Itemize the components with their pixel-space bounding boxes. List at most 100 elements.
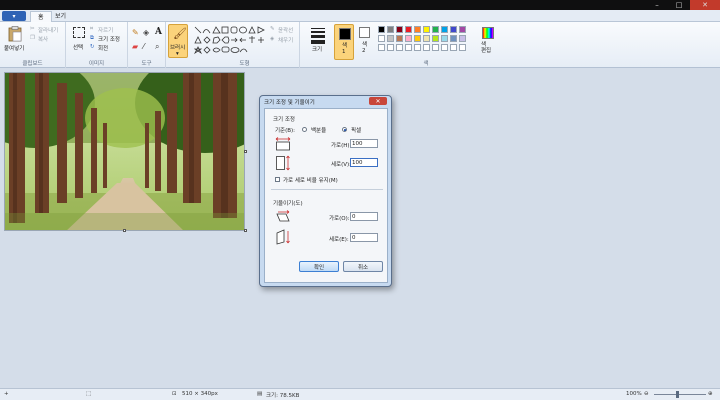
palette-swatch[interactable] bbox=[396, 26, 403, 33]
magnifier-icon[interactable]: ⌕ bbox=[155, 42, 159, 52]
horizontal-skew-icon bbox=[276, 210, 290, 222]
palette-swatch[interactable] bbox=[378, 26, 385, 33]
palette-swatch[interactable] bbox=[450, 26, 457, 33]
palette-swatch[interactable] bbox=[432, 26, 439, 33]
select-button[interactable]: 선택 bbox=[70, 26, 88, 56]
palette-swatch[interactable] bbox=[405, 26, 412, 33]
resize-handle-bottom[interactable] bbox=[123, 229, 126, 232]
status-bar: + ⬚ ⊡ 510 × 340px ▤ 크기: 78.5KB 100% ⊖ ⊕ bbox=[0, 388, 720, 400]
add-icon: + bbox=[4, 391, 9, 397]
skew-section-label: 기울이기(도) bbox=[273, 201, 303, 207]
size-button[interactable]: 크기 bbox=[306, 24, 330, 58]
dialog-close-button[interactable]: ✕ bbox=[369, 97, 387, 105]
zoom-out-button[interactable]: ⊖ bbox=[644, 391, 649, 397]
rotate-button[interactable]: ↻ 회전 bbox=[90, 44, 126, 52]
crop-button[interactable]: ⌗ 자르기 bbox=[90, 26, 126, 34]
horizontal-input[interactable]: 100 bbox=[350, 139, 378, 148]
edit-colors-button[interactable]: 색 편집 bbox=[478, 24, 498, 60]
palette-swatch[interactable] bbox=[378, 35, 385, 42]
copy-icon: ❐ bbox=[30, 35, 35, 41]
group-shapes: ✎ 윤곽선 ◈ 채우기 도형 bbox=[190, 22, 300, 68]
group-image: 선택 ⌗ 자르기 ⧉ 크기 조정 ↻ 회전 이미지 bbox=[66, 22, 128, 68]
custom-swatch[interactable] bbox=[450, 44, 457, 51]
palette-swatch[interactable] bbox=[441, 26, 448, 33]
vertical-input[interactable]: 100 bbox=[350, 158, 378, 167]
canvas-image[interactable] bbox=[4, 72, 245, 231]
palette-swatch[interactable] bbox=[414, 35, 421, 42]
palette-swatch[interactable] bbox=[423, 26, 430, 33]
fill-icon[interactable]: ◈ bbox=[143, 28, 149, 37]
clipboard-group-label: 클립보드 bbox=[22, 61, 43, 67]
cancel-button[interactable]: 취소 bbox=[343, 261, 383, 272]
size-label: 크기 bbox=[312, 47, 323, 53]
keep-ratio-checkbox[interactable] bbox=[275, 177, 280, 182]
percent-radio[interactable] bbox=[302, 127, 307, 132]
close-button[interactable]: ✕ bbox=[690, 0, 720, 10]
outline-button[interactable]: 윤곽선 bbox=[278, 26, 293, 34]
color1-label: 색 1 bbox=[342, 43, 348, 55]
palette-swatch[interactable] bbox=[441, 35, 448, 42]
eraser-icon[interactable]: ▰ bbox=[132, 42, 138, 51]
zoom-slider-thumb[interactable] bbox=[676, 391, 679, 398]
cut-button[interactable]: ✂ 잘라내기 bbox=[30, 26, 64, 34]
custom-swatch[interactable] bbox=[432, 44, 439, 51]
color2-button[interactable]: 색 2 bbox=[356, 24, 374, 60]
paste-button[interactable]: 붙여넣기 bbox=[4, 25, 26, 55]
color-wheel-icon bbox=[482, 27, 494, 39]
brushes-label: 브러시 bbox=[170, 45, 186, 51]
image-dimensions: 510 × 340px bbox=[182, 391, 218, 397]
fill-bucket-icon: ◈ bbox=[270, 36, 275, 42]
ok-button[interactable]: 확인 bbox=[299, 261, 339, 272]
custom-swatch[interactable] bbox=[423, 44, 430, 51]
custom-swatch[interactable] bbox=[405, 44, 412, 51]
palette-swatch[interactable] bbox=[405, 35, 412, 42]
file-menu-button[interactable]: ▾ bbox=[2, 11, 26, 21]
by-label: 기준(B): bbox=[275, 128, 296, 134]
custom-swatch[interactable] bbox=[396, 44, 403, 51]
pencil-icon[interactable]: ✎ bbox=[132, 28, 139, 37]
text-icon[interactable]: A bbox=[155, 27, 162, 37]
palette-swatch[interactable] bbox=[459, 26, 466, 33]
pixels-radio[interactable] bbox=[342, 127, 347, 132]
palette-swatch[interactable] bbox=[387, 35, 394, 42]
brushes-button[interactable]: 🖌 브러시 ▾ bbox=[168, 24, 188, 58]
palette-swatch[interactable] bbox=[414, 26, 421, 33]
tab-view[interactable]: 보기 bbox=[48, 11, 73, 22]
zoom-level: 100% bbox=[626, 391, 642, 397]
resize-handle-corner[interactable] bbox=[244, 229, 247, 232]
shapes-gallery[interactable] bbox=[194, 26, 266, 56]
custom-swatch[interactable] bbox=[441, 44, 448, 51]
resize-button[interactable]: ⧉ 크기 조정 bbox=[90, 35, 126, 43]
palette-swatch[interactable] bbox=[450, 35, 457, 42]
palette-swatch[interactable] bbox=[432, 35, 439, 42]
ribbon-tab-row: ▾ 홈 보기 bbox=[0, 10, 720, 22]
resize-handle-right[interactable] bbox=[244, 150, 247, 153]
scissors-icon: ✂ bbox=[30, 26, 35, 32]
custom-swatch[interactable] bbox=[414, 44, 421, 51]
minimize-button[interactable]: – bbox=[646, 0, 668, 10]
crop-label: 자르기 bbox=[98, 28, 114, 34]
palette-swatch[interactable] bbox=[387, 26, 394, 33]
copy-button[interactable]: ❐ 복사 bbox=[30, 35, 64, 43]
zoom-in-button[interactable]: ⊕ bbox=[708, 391, 713, 397]
custom-swatch[interactable] bbox=[387, 44, 394, 51]
color-picker-icon[interactable]: ⁄ bbox=[143, 42, 144, 51]
line-size-icon bbox=[311, 28, 325, 44]
image-group-label: 이미지 bbox=[88, 61, 105, 67]
color1-button[interactable]: 색 1 bbox=[334, 24, 354, 60]
maximize-button[interactable]: □ bbox=[668, 0, 690, 10]
fill-button[interactable]: 채우기 bbox=[278, 36, 293, 44]
keep-ratio-label: 가로 세로 비율 유지(M) bbox=[283, 178, 338, 184]
clipboard-icon bbox=[8, 26, 22, 42]
palette-swatch[interactable] bbox=[423, 35, 430, 42]
zoom-slider[interactable] bbox=[654, 391, 706, 398]
custom-swatch[interactable] bbox=[459, 44, 466, 51]
group-clipboard: 붙여넣기 ✂ 잘라내기 ❐ 복사 클립보드 bbox=[0, 22, 66, 68]
horizontal-resize-icon bbox=[275, 137, 291, 151]
skew-horizontal-input[interactable]: 0 bbox=[350, 212, 378, 221]
palette-swatch[interactable] bbox=[396, 35, 403, 42]
skew-vertical-input[interactable]: 0 bbox=[350, 233, 378, 242]
custom-swatch[interactable] bbox=[378, 44, 385, 51]
palette-swatch[interactable] bbox=[459, 35, 466, 42]
rotate-label: 회전 bbox=[98, 46, 109, 52]
